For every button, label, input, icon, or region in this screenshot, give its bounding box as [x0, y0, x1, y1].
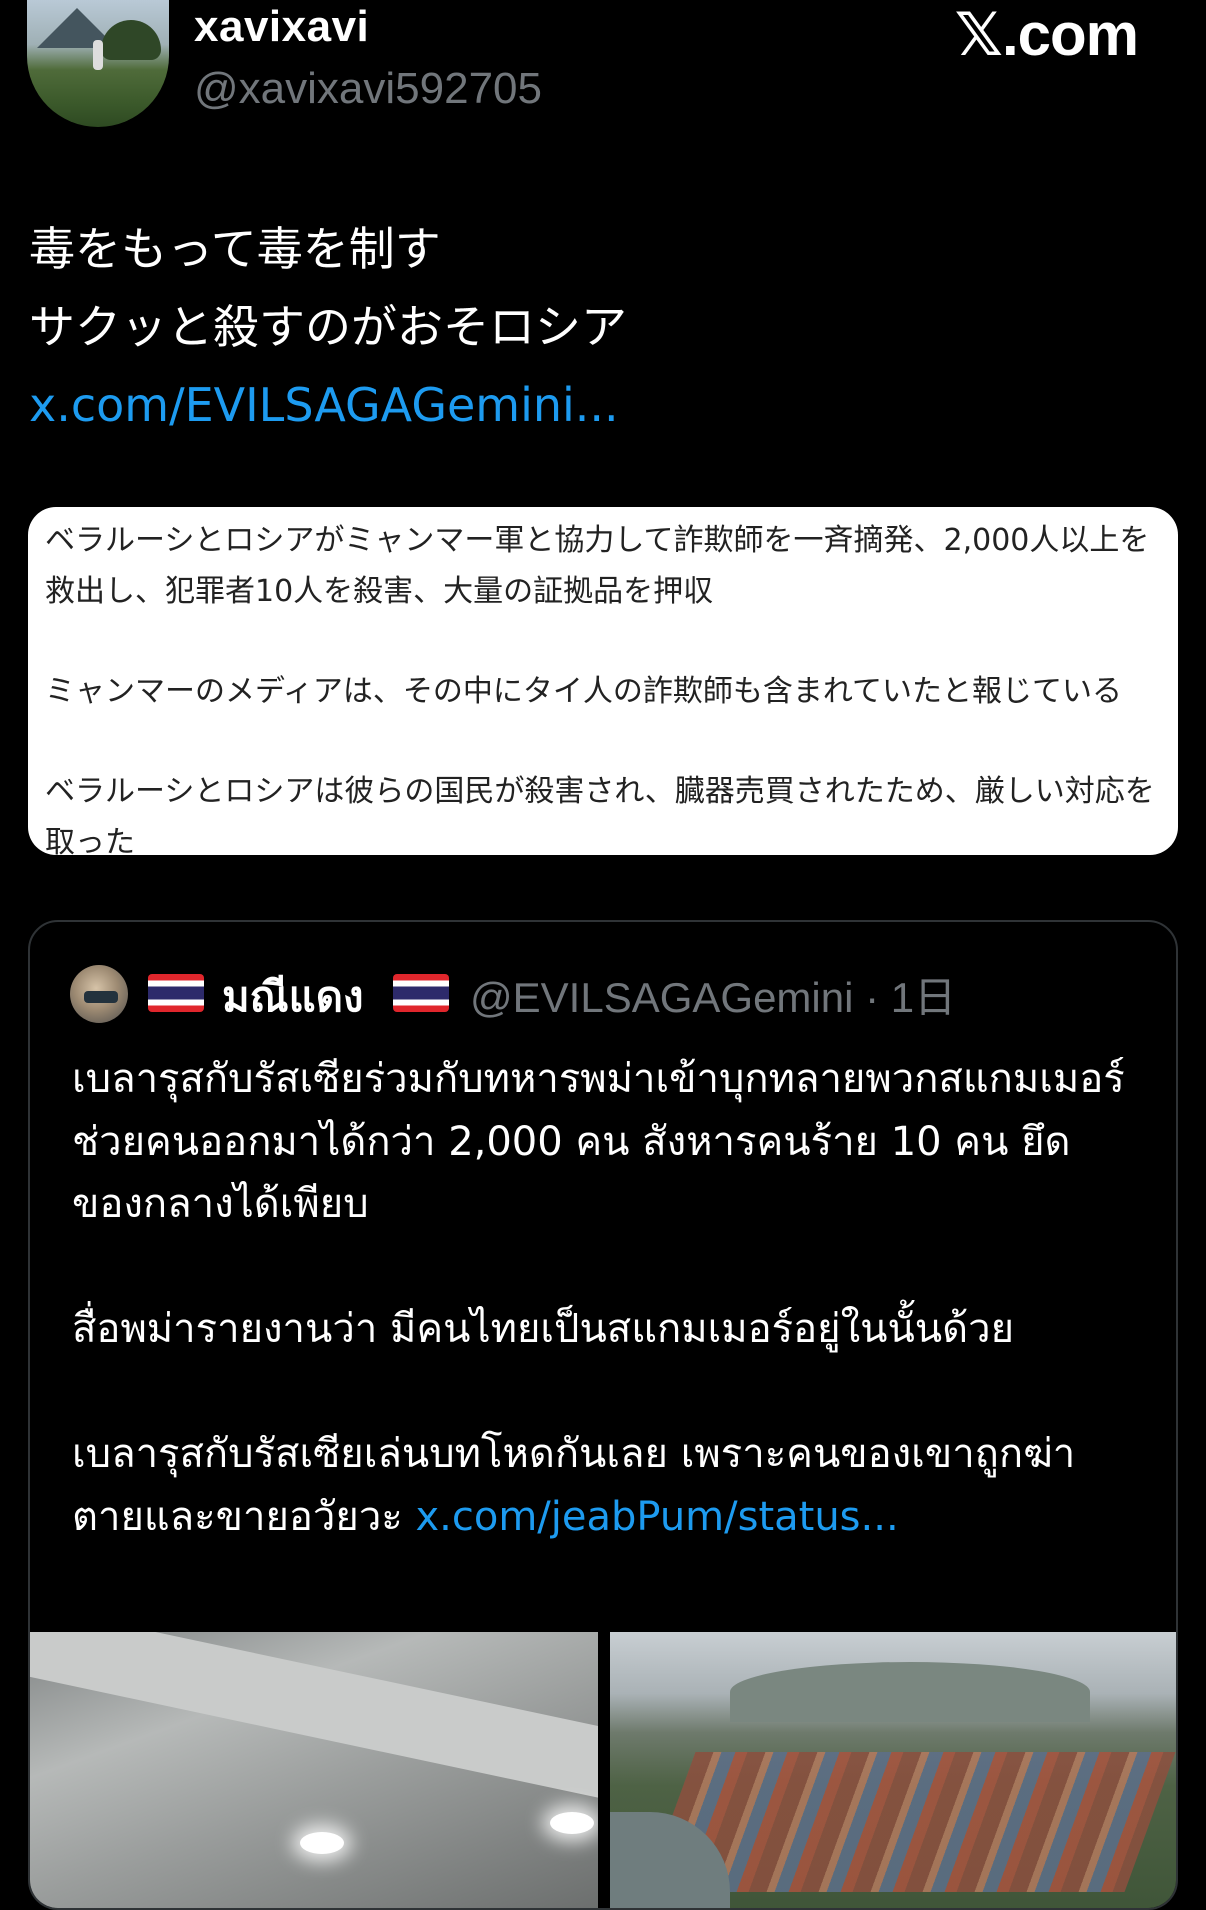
translation-card: ベラルーシとロシアがミャンマー軍と協力して詐欺師を一斉摘発、2,000人以上を救… — [28, 507, 1178, 855]
quoted-handle-time[interactable]: @EVILSAGAGemini · 1日 — [470, 964, 956, 1025]
ceiling-beam — [30, 1632, 598, 1815]
quoted-display-name[interactable]: มณีแดง — [222, 964, 364, 1030]
avatar-person — [93, 40, 103, 70]
ceiling-light — [300, 1832, 344, 1854]
quoted-avatar[interactable] — [70, 965, 128, 1023]
thai-flag-icon — [148, 974, 204, 1012]
tweet-line-1: 毒をもって毒を制す — [29, 222, 441, 276]
quoted-tweet[interactable]: มณีแดง @EVILSAGAGemini · 1日 เบลารุสกับรั… — [28, 920, 1178, 1910]
x-logo: 𝕏.com — [954, 1, 1139, 68]
tweet-link[interactable]: x.com/EVILSAGAGemini... — [29, 366, 627, 444]
translation-paragraph-3: ベラルーシとロシアは彼らの国民が殺害され、臓器売買されたため、厳しい対応を取った — [45, 774, 1155, 855]
author-handle[interactable]: @xavixavi592705 — [194, 64, 542, 114]
tweet-text: 毒をもって毒を制す サクッと殺すのがおそロシア x.com/EVILSAGAGe… — [29, 210, 627, 444]
quoted-paragraph-3: เบลารุสกับรัสเซียเล่นบทโหดกันเลย เพราะคน… — [72, 1423, 1132, 1548]
translation-paragraph-2: ミャンマーのメディアは、その中にタイ人の詐欺師も含まれていたと報じている — [45, 674, 1122, 709]
author-display-name[interactable]: xavixavi — [194, 2, 369, 52]
translation-paragraph-1: ベラルーシとロシアがミャンマー軍と協力して詐欺師を一斉摘発、2,000人以上を救… — [45, 523, 1150, 609]
distant-hill — [730, 1662, 1090, 1722]
author-avatar[interactable] — [27, 0, 169, 127]
quoted-media-image-1[interactable] — [30, 1632, 598, 1908]
quoted-media-image-2[interactable] — [610, 1632, 1176, 1908]
quoted-paragraph-1: เบลารุสกับรัสเซียร่วมกับทหารพม่าเข้าบุกท… — [72, 1056, 1125, 1227]
ceiling-light — [550, 1812, 594, 1834]
quoted-text: เบลารุสกับรัสเซียร่วมกับทหารพม่าเข้าบุกท… — [72, 1048, 1132, 1548]
quoted-paragraph-2: สื่อพม่ารายงานว่า มีคนไทยเป็นสแกมเมอร์อย… — [72, 1306, 1015, 1352]
tweet-line-2: サクッと殺すのがおそロシア — [29, 300, 627, 354]
quoted-link[interactable]: x.com/jeabPum/status... — [415, 1494, 898, 1540]
thai-flag-icon — [393, 974, 449, 1012]
